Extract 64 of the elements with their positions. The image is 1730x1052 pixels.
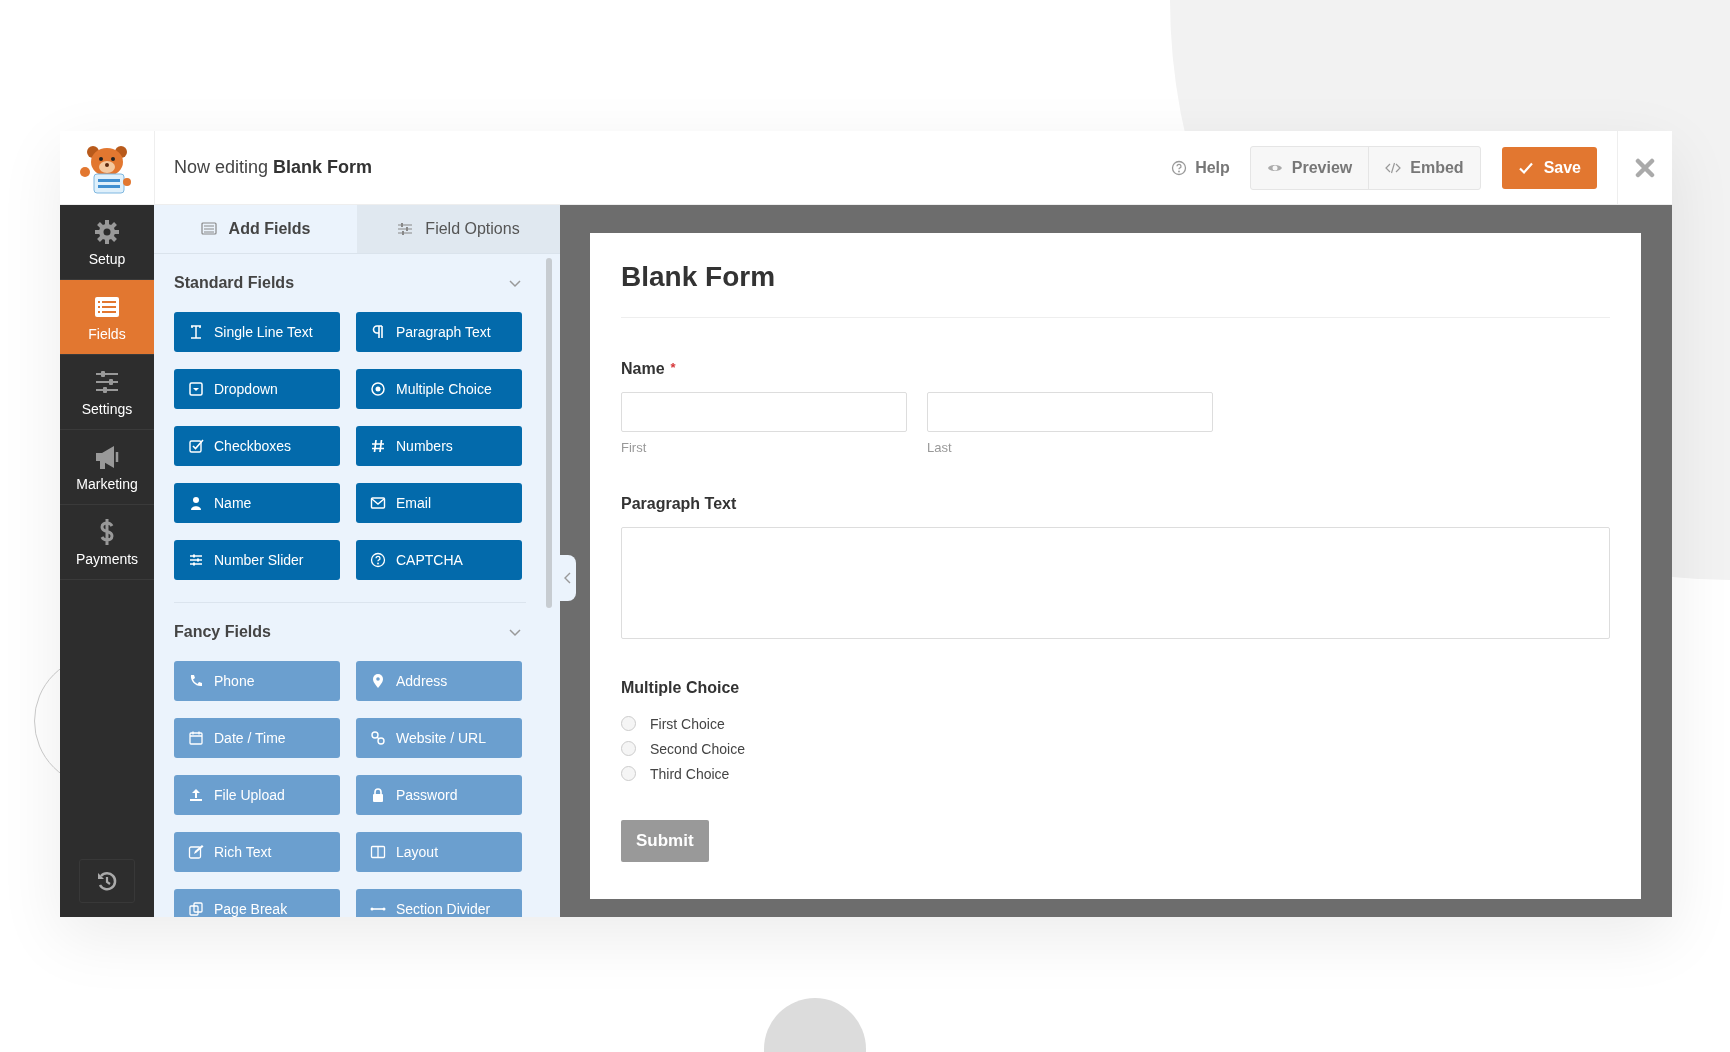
preview-button[interactable]: Preview bbox=[1250, 146, 1369, 189]
history-icon bbox=[96, 870, 118, 892]
editing-title: Now editing Blank Form bbox=[174, 157, 373, 178]
option-label: Third Choice bbox=[650, 765, 730, 782]
phone-icon bbox=[188, 673, 204, 689]
scrollbar[interactable] bbox=[546, 258, 552, 608]
section-header[interactable]: Standard Fields bbox=[174, 254, 526, 312]
text-cursor-icon bbox=[188, 324, 204, 340]
nav-item[interactable]: Fields bbox=[60, 280, 154, 355]
field-button[interactable]: Name bbox=[174, 483, 340, 523]
link-icon bbox=[370, 730, 386, 746]
help-link[interactable]: Help bbox=[1171, 158, 1230, 177]
calendar-icon bbox=[188, 730, 204, 746]
chevron-left-icon bbox=[563, 572, 573, 584]
option-label: First Choice bbox=[650, 715, 725, 732]
user-icon bbox=[188, 495, 204, 511]
hash-icon bbox=[370, 438, 386, 454]
map-pin-icon bbox=[370, 673, 386, 689]
checkbox-icon bbox=[188, 438, 204, 454]
sublabel: First bbox=[621, 440, 648, 455]
required-mark: * bbox=[670, 360, 676, 377]
sliders-icon bbox=[397, 221, 414, 237]
help-icon bbox=[1171, 159, 1188, 176]
field-button[interactable]: Numbers bbox=[356, 426, 522, 466]
field-button[interactable]: Multiple Choice bbox=[356, 369, 522, 409]
copy-icon bbox=[188, 901, 204, 917]
question-icon bbox=[370, 552, 386, 568]
textarea-field[interactable] bbox=[621, 527, 1610, 639]
field-button[interactable]: Number Slider bbox=[174, 540, 340, 580]
field-button[interactable]: Single Line Text bbox=[174, 312, 340, 352]
field-button[interactable]: CAPTCHA bbox=[356, 540, 522, 580]
sublabel: Last bbox=[927, 440, 953, 455]
pilcrow-icon bbox=[370, 324, 386, 340]
form-icon bbox=[200, 221, 217, 237]
field-label: Multiple Choice bbox=[621, 679, 741, 697]
envelope-icon bbox=[370, 495, 386, 511]
field-button[interactable]: Paragraph Text bbox=[356, 312, 522, 352]
field-button[interactable]: Checkboxes bbox=[174, 426, 340, 466]
option-label: Second Choice bbox=[650, 740, 745, 757]
edit-icon bbox=[188, 844, 204, 860]
history-button[interactable] bbox=[79, 859, 135, 903]
field-label: Paragraph Text bbox=[621, 495, 738, 513]
text-input[interactable] bbox=[621, 392, 907, 432]
radio-button[interactable] bbox=[621, 766, 636, 781]
radio-button[interactable] bbox=[621, 741, 636, 756]
radio-button[interactable] bbox=[621, 716, 636, 731]
collapse-handle[interactable] bbox=[560, 555, 576, 601]
gear-icon bbox=[93, 217, 121, 246]
sliders-icon bbox=[188, 552, 204, 568]
form-title: Blank Form bbox=[621, 261, 777, 293]
panel-tab[interactable]: Field Options bbox=[357, 205, 560, 253]
field-button[interactable]: Dropdown bbox=[174, 369, 340, 409]
upload-icon bbox=[188, 787, 204, 803]
text-input[interactable] bbox=[927, 392, 1213, 432]
save-button[interactable]: Save bbox=[1501, 146, 1597, 189]
section-header[interactable]: Fancy Fields bbox=[174, 603, 526, 661]
lock-icon bbox=[370, 787, 386, 803]
dropdown-icon bbox=[188, 381, 204, 397]
embed-button[interactable]: Embed bbox=[1368, 146, 1480, 189]
radio-icon bbox=[370, 381, 386, 397]
close-icon bbox=[1635, 157, 1655, 178]
columns-icon bbox=[370, 844, 386, 860]
field-label: Name * bbox=[621, 360, 677, 378]
field-button[interactable]: Email bbox=[356, 483, 522, 523]
